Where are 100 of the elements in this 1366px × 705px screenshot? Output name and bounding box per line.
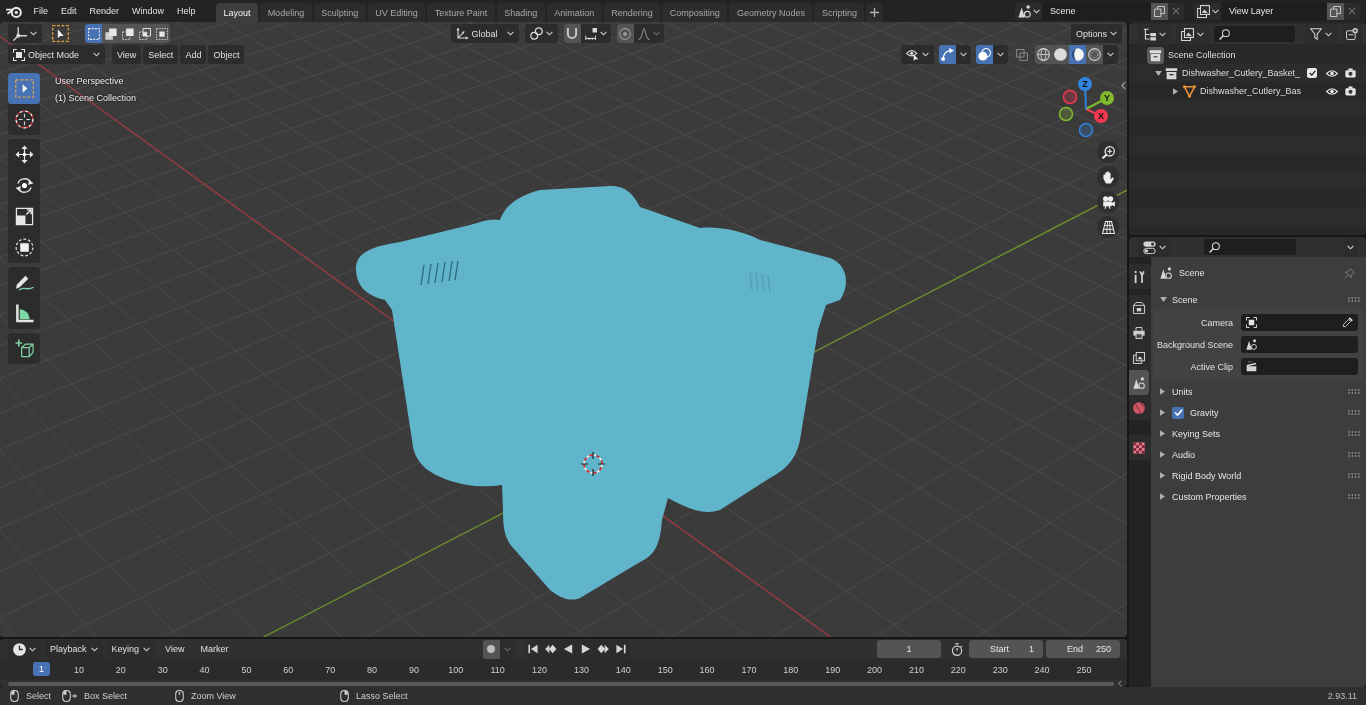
gizmo-dropdown[interactable] (956, 45, 971, 64)
overlay-dropdown[interactable] (993, 45, 1008, 64)
duplicate-button[interactable] (1327, 2, 1344, 20)
expand-arrow-icon[interactable] (1173, 87, 1178, 95)
workspace-tab[interactable]: Texture Paint (427, 3, 495, 22)
gizmo-toggle[interactable] (939, 45, 956, 64)
negative-axis-handle[interactable] (1078, 122, 1094, 138)
workspace-tab[interactable]: Geometry Nodes (729, 3, 813, 22)
checkbox[interactable] (1307, 68, 1317, 78)
editor-type-button[interactable] (8, 639, 41, 659)
selection-mode-button[interactable] (85, 24, 102, 43)
menu-item[interactable]: Help (170, 2, 203, 20)
workspace-tab[interactable]: Rendering (603, 3, 661, 22)
workspace-tab[interactable]: Layout (216, 3, 259, 22)
options-dropdown[interactable]: Options (1070, 24, 1122, 43)
negative-axis-handle[interactable] (1062, 89, 1078, 105)
tool-button[interactable] (8, 333, 40, 364)
playhead[interactable]: 1 (33, 662, 50, 676)
snap-target-dropdown[interactable] (580, 24, 611, 43)
workspace-tab[interactable]: Sculpting (313, 3, 366, 22)
data-field[interactable] (1241, 336, 1358, 353)
menu-item[interactable]: File (27, 2, 55, 20)
data-field[interactable] (1241, 358, 1358, 375)
data-field[interactable] (1241, 314, 1358, 331)
dropdown-menu[interactable]: Keying (106, 639, 156, 659)
negative-axis-handle[interactable] (1058, 106, 1074, 122)
shading-mode-button[interactable] (1052, 45, 1069, 64)
selectability-dropdown[interactable] (901, 45, 934, 64)
eyedropper-icon[interactable] (1342, 317, 1353, 328)
add-workspace-button[interactable] (866, 3, 884, 22)
menu-item[interactable]: Marker (194, 639, 235, 659)
menu-item[interactable]: Render (83, 2, 126, 20)
editor-type-button[interactable] (1138, 237, 1171, 257)
display-mode-dropdown[interactable] (1138, 24, 1171, 44)
eye-icon[interactable] (1326, 68, 1338, 78)
overlay-toggle[interactable] (976, 45, 993, 64)
app-logo-icon[interactable] (5, 4, 22, 18)
view-layer-browse-button[interactable] (1194, 2, 1221, 20)
view-layer-dropdown[interactable] (1176, 24, 1209, 44)
camera-icon[interactable] (1345, 86, 1356, 96)
search-field[interactable] (1204, 239, 1296, 255)
new-collection-button[interactable] (1342, 24, 1362, 44)
menu-item[interactable]: Window (125, 2, 171, 20)
search-field[interactable] (1214, 26, 1295, 42)
options-dropdown[interactable] (1343, 237, 1358, 257)
camera-icon[interactable] (1345, 68, 1356, 78)
shading-dropdown[interactable] (1103, 45, 1118, 64)
orientation-dropdown[interactable]: Global (450, 24, 519, 43)
scene-browse-button[interactable] (1015, 2, 1042, 20)
duplicate-button[interactable] (1151, 2, 1168, 20)
view-layer-name-field[interactable]: View Layer (1221, 2, 1327, 20)
mode-dropdown[interactable]: Object Mode (8, 45, 105, 64)
xray-toggle[interactable] (1013, 45, 1030, 64)
dropdown-menu[interactable]: Playback (45, 639, 103, 659)
editor-type-button[interactable] (8, 24, 42, 43)
eye-icon[interactable] (1326, 86, 1338, 96)
shading-mode-button[interactable] (1069, 45, 1086, 64)
checkbox[interactable] (1172, 406, 1184, 419)
falloff-dropdown[interactable] (633, 24, 664, 43)
menu-item[interactable]: Edit (54, 2, 84, 20)
workspace-tab[interactable]: Modeling (260, 3, 312, 22)
selection-mode-button[interactable] (136, 24, 153, 43)
axis-handle-icon[interactable] (1078, 77, 1092, 91)
expand-arrow-icon[interactable] (1155, 70, 1162, 76)
chevron-icon[interactable] (1118, 680, 1122, 687)
record-button[interactable] (482, 639, 500, 659)
workspace-tab[interactable]: Scripting (814, 3, 865, 22)
active-tool-button[interactable] (51, 24, 70, 43)
selection-mode-button[interactable] (102, 24, 119, 43)
selection-mode-button[interactable] (153, 24, 170, 43)
tree-item-label[interactable]: Scene Collection (1168, 50, 1236, 60)
properties-tab[interactable] (1129, 370, 1149, 395)
menu-item[interactable]: View (112, 45, 142, 64)
tool-button[interactable] (8, 139, 40, 170)
horizontal-scrollbar[interactable] (8, 681, 1114, 686)
tool-button[interactable] (8, 298, 40, 329)
shading-mode-button[interactable] (1086, 45, 1103, 64)
tool-button[interactable] (8, 267, 40, 298)
tool-button[interactable] (8, 232, 40, 263)
stopwatch-icon[interactable] (951, 642, 963, 656)
menu-item[interactable]: Object (208, 45, 245, 64)
start-frame-field[interactable]: Start 1 (969, 640, 1043, 658)
end-frame-field[interactable]: End 250 (1046, 640, 1120, 658)
tree-item-label[interactable]: Dishwasher_Cutlery_Basket_ (1182, 68, 1301, 78)
chevron-icon[interactable] (1121, 81, 1126, 90)
selection-mode-button[interactable] (119, 24, 136, 43)
workspace-tab[interactable]: Shading (496, 3, 545, 22)
menu-item[interactable]: Select (143, 45, 179, 64)
workspace-tab[interactable]: Compositing (662, 3, 728, 22)
workspace-tab[interactable]: UV Editing (367, 3, 426, 22)
filter-dropdown[interactable] (1305, 24, 1337, 44)
pivot-dropdown[interactable] (524, 24, 558, 43)
scene-name-field[interactable]: Scene (1042, 2, 1151, 20)
shading-mode-button[interactable] (1035, 45, 1052, 64)
axis-handle-icon[interactable] (1100, 91, 1114, 105)
menu-item[interactable]: View (159, 639, 191, 659)
tool-button[interactable] (8, 104, 40, 135)
tree-item-label[interactable]: Dishwasher_Cutlery_Bas (1200, 86, 1302, 96)
current-frame-field[interactable]: 1 (877, 640, 941, 658)
menu-item[interactable]: Add (180, 45, 207, 64)
